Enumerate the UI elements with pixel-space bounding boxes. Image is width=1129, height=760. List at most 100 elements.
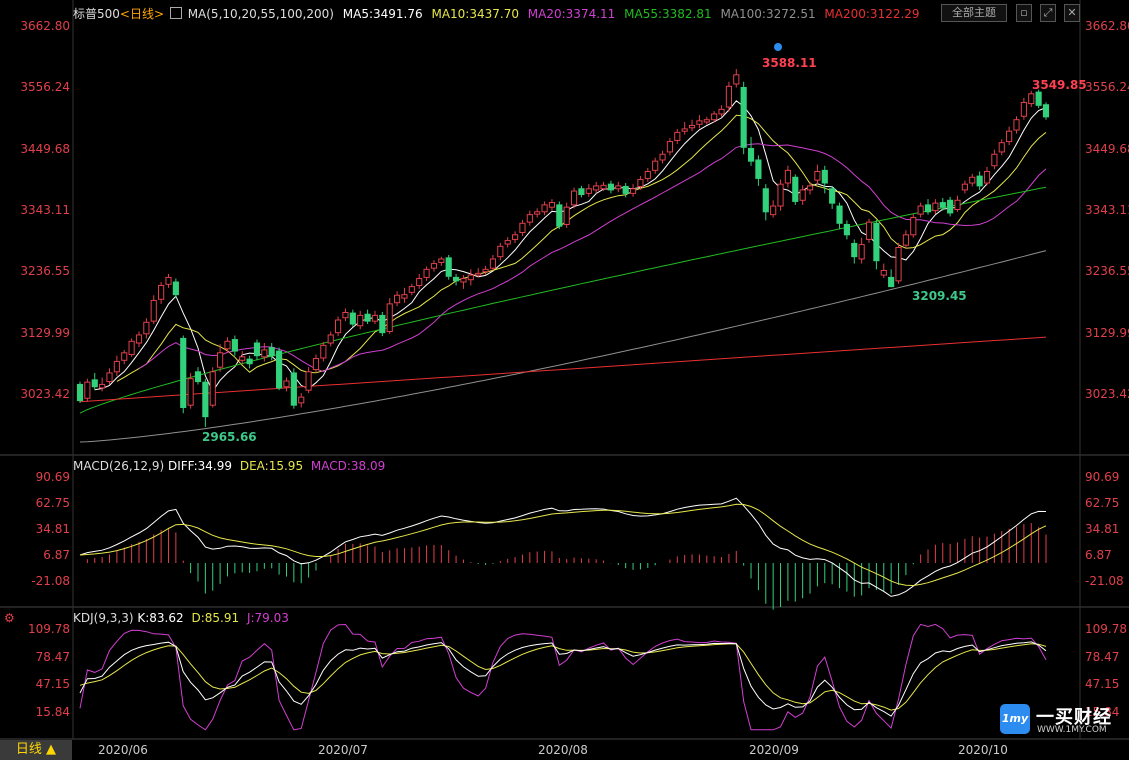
kdj-tick-right: 109.78 [1085, 622, 1127, 636]
candle-body [113, 360, 120, 373]
macd-tick-right: -21.08 [1085, 574, 1124, 588]
price-tick-left: 3129.99 [20, 325, 70, 340]
candle-body [460, 278, 467, 283]
close-icon[interactable]: ✕ [1064, 4, 1080, 22]
candle-body [895, 246, 902, 282]
candle-body [548, 202, 556, 208]
marker-dot-icon [774, 43, 782, 51]
ma55-line [79, 186, 1047, 414]
macd-tick-right: 6.87 [1085, 548, 1112, 562]
kdj-k-line [79, 641, 1047, 717]
candle-body [261, 349, 268, 358]
macd-tick-left: -21.08 [31, 574, 70, 588]
period-tab[interactable]: 日线 ▲ [0, 740, 72, 760]
restore-icon[interactable]: ⤢ [1040, 4, 1056, 22]
candle-body [733, 74, 740, 85]
candle-body [342, 312, 349, 319]
candle-body [851, 242, 858, 258]
candle-body [187, 378, 194, 406]
candle-body [209, 371, 216, 406]
candle-body [607, 183, 615, 191]
symbol-name[interactable]: 标普500 [73, 7, 120, 21]
candle-body [290, 372, 297, 406]
candle-body [770, 205, 777, 216]
price-tick-left: 3236.55 [20, 264, 70, 279]
price-tick-left: 3449.68 [20, 141, 70, 156]
annotation-high: 3588.11 [762, 56, 817, 70]
candle-body [445, 257, 452, 277]
ma-settings-icon[interactable] [169, 7, 182, 19]
candle-body [843, 223, 850, 236]
candle-body [880, 269, 887, 276]
candle-body [718, 108, 725, 115]
kdj-j-line [79, 623, 1047, 731]
ma-definition: MA(5,10,20,55,100,200) [187, 7, 334, 21]
candle-body [762, 188, 769, 213]
kdj-tick-left: 109.78 [28, 622, 70, 636]
macd-tick-left: 90.69 [35, 470, 70, 484]
kdj-tick-left: 15.84 [35, 704, 70, 719]
annotation-low-right: 3209.45 [912, 289, 967, 303]
ma20-line [138, 143, 1047, 373]
candle-body [497, 245, 504, 258]
candle-body [511, 234, 519, 240]
annotation-low-left: 2965.66 [202, 430, 257, 444]
price-tick-right: 3449.68 [1085, 141, 1129, 156]
candle-body [681, 128, 688, 132]
candle-body [725, 85, 732, 108]
candle-body [489, 258, 497, 269]
candle-body [593, 185, 600, 191]
macd-tick-left: 6.87 [43, 548, 70, 562]
theme-button[interactable]: 全部主题 [941, 4, 1007, 22]
candle-body [821, 169, 828, 184]
candle-body [165, 276, 172, 285]
stock-chart[interactable] [0, 0, 1129, 760]
macd-dea: DEA:15.95 [239, 459, 304, 473]
ma10-line [116, 114, 1047, 382]
candle-body [806, 185, 814, 191]
macd-tick-right: 34.81 [1085, 522, 1120, 536]
candle-body [158, 284, 165, 300]
price-tick-left: 3662.80 [20, 19, 70, 33]
candle-body [452, 276, 460, 282]
candle-body [829, 188, 836, 204]
price-tick-right: 3129.99 [1085, 325, 1129, 340]
brand-url: WWW.1MY.COM [1037, 725, 1107, 735]
candle-body [1035, 91, 1042, 106]
candle-body [954, 199, 961, 210]
candle-body [534, 211, 541, 215]
date-label: 2020/06 [98, 743, 148, 757]
candle-body [430, 263, 438, 269]
brand-logo-icon: 1my [1000, 704, 1030, 734]
date-label: 2020/07 [318, 743, 368, 757]
candle-body [836, 205, 843, 224]
ma55-value: MA55:3382.81 [624, 7, 712, 21]
period-label[interactable]: <日线> [120, 7, 164, 21]
candle-body [91, 379, 98, 388]
candle-body [371, 314, 379, 322]
candle-body [637, 179, 644, 187]
candle-body [777, 183, 784, 207]
candle-body [482, 268, 489, 273]
candle-body [364, 313, 371, 322]
candle-body [172, 281, 179, 296]
candle-body [467, 274, 474, 281]
candle-body [600, 184, 607, 190]
candle-body [902, 234, 909, 246]
macd-tick-right: 90.69 [1085, 470, 1120, 484]
ma100-value: MA100:3272.51 [720, 7, 816, 21]
candle-body [504, 240, 511, 245]
macd-tick-left: 62.75 [35, 496, 70, 510]
candle-body [858, 244, 865, 260]
candle-body [615, 185, 622, 190]
candle-body [408, 286, 415, 293]
ma5-value: MA5:3491.76 [342, 7, 423, 21]
candle-body [231, 339, 238, 352]
candle-body [224, 340, 231, 350]
date-label: 2020/10 [958, 743, 1008, 757]
candle-body [1013, 119, 1020, 131]
macd-tick-left: 34.81 [35, 522, 70, 536]
window-icon[interactable]: ▫ [1016, 4, 1032, 22]
candle-body [865, 221, 873, 240]
candle-body [947, 199, 954, 214]
